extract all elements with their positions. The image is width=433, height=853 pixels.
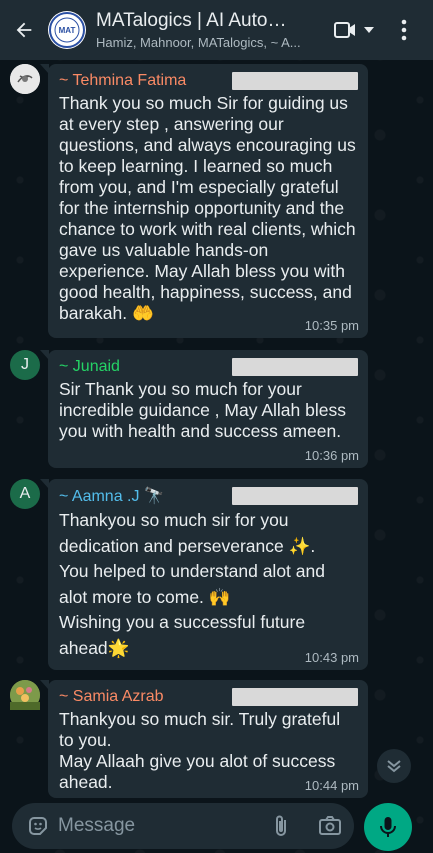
double-chevron-down-icon	[387, 760, 401, 773]
message-time: 10:35 pm	[304, 318, 359, 333]
video-camera-icon	[334, 22, 355, 38]
chat-header: MAT MATalogics | AI Auto… Hamiz, Mahnoor…	[0, 0, 433, 60]
avatar-letter: A	[19, 485, 31, 502]
sender-row: ~ Aamna .J 🔭	[59, 485, 358, 507]
microphone-icon	[380, 817, 396, 837]
emoji-button[interactable]	[12, 803, 50, 849]
sender-avatar[interactable]: A	[10, 479, 40, 509]
sender-avatar[interactable]: J	[10, 350, 40, 380]
redacted-phone	[232, 688, 358, 706]
scroll-to-bottom-button[interactable]	[377, 749, 411, 783]
message-bubble[interactable]: ~ Junaid Sir Thank you so much for your …	[40, 350, 368, 468]
sender-name: ~ Junaid	[59, 358, 120, 375]
voice-message-button[interactable]	[364, 803, 412, 851]
paperclip-icon	[276, 815, 286, 836]
more-options-button[interactable]	[389, 10, 419, 50]
profile-photo-icon	[10, 680, 40, 710]
chevron-down-icon	[364, 27, 374, 33]
sender-row: ~ Tehmina Fatima	[59, 70, 358, 92]
video-call-button[interactable]	[333, 10, 375, 50]
message-time: 10:44 pm	[304, 778, 359, 793]
avatar-letter: J	[21, 356, 29, 373]
message-text: Thank you so much Sir for guiding us at …	[59, 93, 356, 323]
group-logo-icon: MAT	[49, 12, 85, 48]
message-bubble[interactable]: ~ Aamna .J 🔭 Thankyou so much sir for yo…	[40, 479, 368, 670]
message-bubble[interactable]: ~ Samia Azrab Thankyou so much sir. Trul…	[40, 680, 368, 798]
sender-avatar[interactable]	[10, 680, 40, 710]
message-input[interactable]	[58, 815, 258, 837]
group-avatar-text: MAT	[59, 26, 76, 35]
sender-row: ~ Samia Azrab	[59, 686, 358, 708]
back-button[interactable]	[0, 0, 48, 60]
sender-name: ~ Aamna .J 🔭	[59, 488, 164, 505]
chat-title-block[interactable]: MATalogics | AI Auto… Hamiz, Mahnoor, MA…	[96, 10, 311, 50]
arrow-left-icon	[16, 22, 32, 38]
chat-title: MATalogics | AI Auto…	[96, 10, 287, 31]
sender-name: ~ Samia Azrab	[59, 688, 164, 705]
sender-row: ~ Junaid	[59, 356, 358, 378]
message-text: Thankyou so much sir for you dedication …	[59, 510, 325, 658]
kebab-menu-icon	[401, 19, 407, 41]
redacted-phone	[232, 72, 358, 90]
sender-avatar[interactable]	[10, 64, 40, 94]
profile-photo-icon	[10, 64, 40, 94]
camera-button[interactable]	[318, 814, 342, 843]
redacted-phone	[232, 487, 358, 505]
sticker-icon	[29, 817, 47, 835]
message-time: 10:43 pm	[304, 650, 359, 665]
message-composer	[12, 803, 354, 849]
chat-members: Hamiz, Mahnoor, MATalogics, ~ A...	[96, 35, 301, 50]
group-avatar[interactable]: MAT	[48, 11, 86, 49]
message-text: Sir Thank you so much for your incredibl…	[59, 379, 346, 441]
message-time: 10:36 pm	[304, 448, 359, 463]
message-bubble[interactable]: ~ Tehmina Fatima Thank you so much Sir f…	[40, 64, 368, 338]
sender-name: ~ Tehmina Fatima	[59, 72, 187, 89]
redacted-phone	[232, 358, 358, 376]
attach-button[interactable]	[270, 814, 292, 843]
camera-icon	[319, 816, 341, 835]
